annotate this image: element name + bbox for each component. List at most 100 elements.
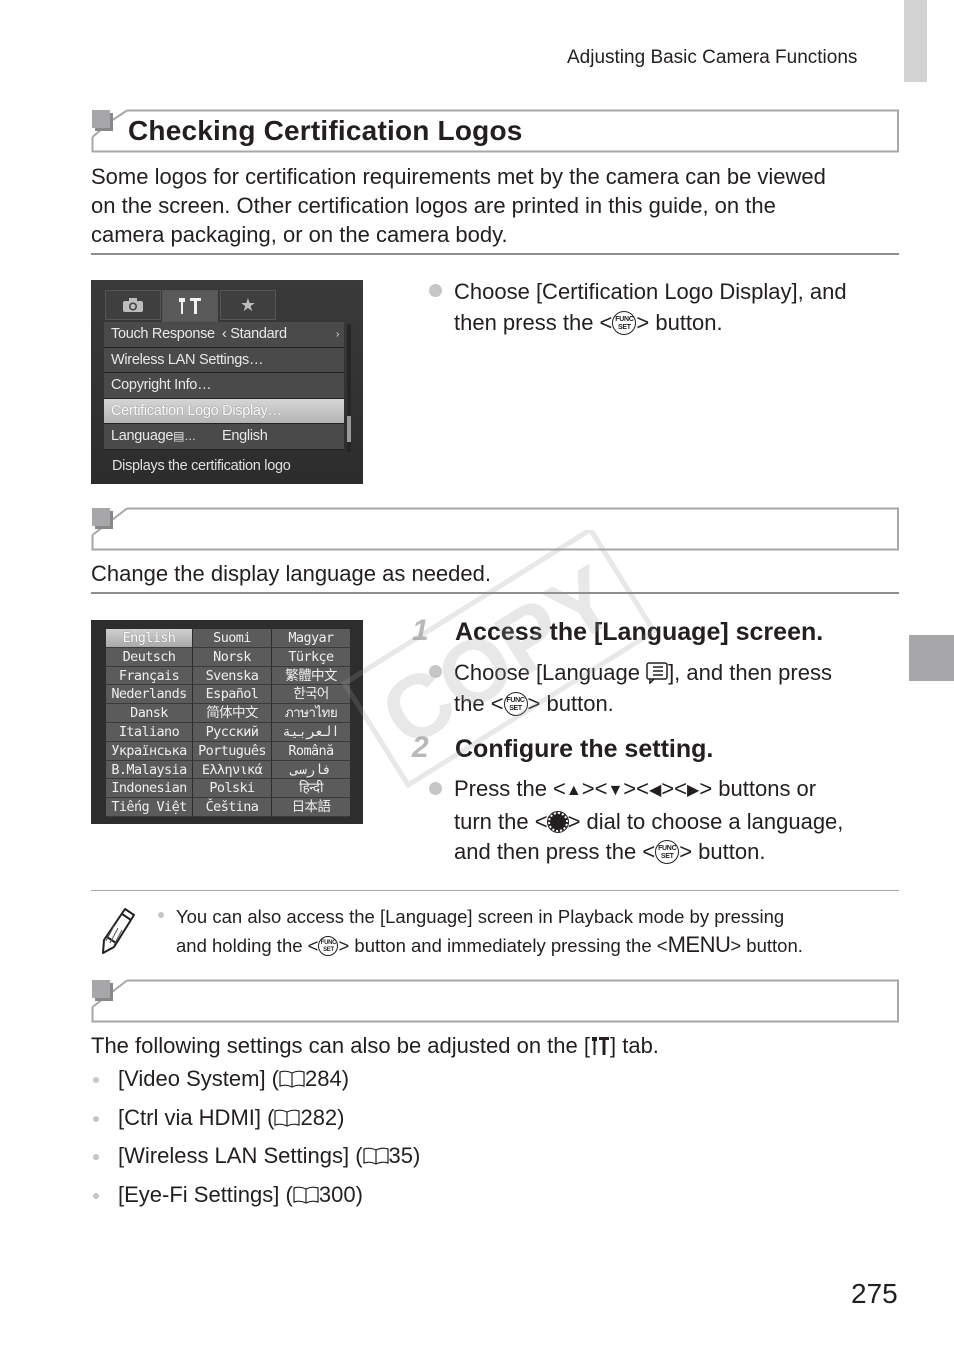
bullet-icon [429, 665, 442, 678]
language-option: ภาษาไทย [272, 704, 350, 723]
section-title: Checking Certification Logos [128, 115, 523, 146]
language-icon: ▤… [173, 429, 196, 443]
instruction-line: Press the <▲><▼><◀><▶> buttons or [454, 776, 817, 801]
func-set-icon: FUNC SET [655, 840, 680, 864]
language-option: English [106, 629, 192, 648]
page-reference-icon [293, 1186, 319, 1204]
language-option: Čeština [193, 798, 271, 817]
down-arrow-icon: ▼ [607, 782, 624, 799]
page-reference-icon [362, 1147, 389, 1165]
instruction-line: the < FUNC SET > button. [454, 691, 614, 716]
func-set-icon: FUNC SET [318, 936, 339, 956]
language-option: Magyar [272, 629, 350, 648]
menu-row-copyright: Copyright Info… [104, 373, 344, 399]
bullet-icon [158, 912, 164, 918]
language-option: Suomi [193, 629, 271, 648]
bullet-icon [93, 1077, 99, 1083]
menu-row-certification-logo: Certification Logo Display… [104, 398, 344, 424]
section3-intro: The following settings can also be adjus… [91, 1033, 659, 1058]
related-setting-item: [Eye-Fi Settings] (300) [91, 1182, 363, 1208]
bullet-icon [429, 284, 442, 297]
language-icon [646, 662, 668, 684]
bullet-icon [429, 782, 442, 795]
star-tab-icon: ★ [220, 290, 276, 320]
up-arrow-icon: ▲ [565, 782, 582, 799]
language-screen: English Suomi Magyar Deutsch Norsk Türkçe Fran… [91, 620, 363, 824]
setup-tab-icon [162, 290, 218, 322]
language-option: Italiano [106, 722, 192, 742]
camera-settings-screen: ★ Touch Response ‹ Standard › Wireless L… [91, 280, 363, 484]
section-heading-frame [91, 979, 899, 1023]
menu-row-wireless-lan: Wireless LAN Settings… [104, 347, 344, 373]
section-heading-other-settings [91, 979, 899, 1023]
language-grid: English Suomi Magyar Deutsch Norsk Türkçe Fran… [106, 629, 350, 817]
divider [91, 253, 899, 255]
pencil-note-icon [102, 908, 135, 954]
instruction-certification: Choose [Certification Logo Display], and… [429, 276, 847, 338]
instruction-line: Choose [Certification Logo Display], and [454, 279, 847, 304]
page-number: 275 [851, 1278, 898, 1309]
intro-line: camera packaging, or on the camera body. [91, 222, 508, 247]
setup-tab-icon [592, 1037, 609, 1055]
right-arrow-icon: ▶ [687, 782, 700, 799]
language-option: Русский [193, 722, 271, 742]
step-heading: Configure the setting. [455, 735, 714, 763]
related-setting-item: [Wireless LAN Settings] (35) [91, 1143, 420, 1169]
menu-row-language: Language▤… English [104, 424, 344, 450]
page-reference-icon [279, 1070, 305, 1088]
running-head: Adjusting Basic Camera Functions [567, 47, 858, 68]
note-line: and holding the < FUNC SET > button and imm… [176, 932, 803, 957]
intro-line: on the screen. Other certification logos… [91, 193, 776, 218]
instruction-line: Choose [Language ], and then press [454, 660, 832, 685]
language-option: Dansk [106, 704, 192, 723]
menu-tabs: ★ [105, 290, 277, 322]
menu-help-text: Displays the certification logo [112, 458, 291, 474]
page-reference: 282 [300, 1104, 338, 1130]
bullet-icon [93, 1192, 99, 1199]
language-option: 繁體中文 [272, 666, 350, 686]
menu-scrollbar-thumb [347, 416, 351, 442]
note-line: You can also access the [Language] scree… [176, 906, 785, 927]
func-set-icon: FUNC SET [612, 311, 637, 335]
language-option: Español [193, 685, 271, 705]
instruction-line: then press the < FUNC SET > button. [454, 310, 723, 335]
instruction-line: turn the < > dial to choose a language, [454, 808, 844, 834]
instruction-line: and then press the < FUNC SET > button. [454, 839, 766, 864]
camera-tab-icon [105, 290, 161, 320]
language-option: 简体中文 [193, 704, 271, 723]
section1-intro: Some logos for certification requirement… [91, 162, 826, 249]
language-option: Română [272, 741, 350, 761]
page-reference: 284 [305, 1066, 342, 1091]
section-heading-certification: Checking Certification Logos [91, 109, 899, 153]
related-setting-item: [Video System] (284) [91, 1066, 349, 1092]
step-number: 1 [412, 614, 429, 647]
page-reference: 300 [318, 1181, 356, 1207]
func-set-icon: FUNC SET [503, 692, 528, 716]
language-option: Türkçe [272, 647, 350, 667]
control-dial-icon [546, 810, 569, 833]
language-option: Français [106, 666, 192, 686]
step-instruction: Press the <▲><▼><◀><▶> buttons or turn t… [429, 774, 843, 868]
language-option: Nederlands [106, 685, 192, 705]
language-option: Deutsch [106, 647, 192, 667]
menu-button-label: MENU [667, 932, 731, 957]
related-setting-item: [Ctrl via HDMI] (282) [91, 1105, 345, 1131]
step-heading: Access the [Language] screen. [455, 618, 824, 646]
language-option: Ελληνικά [193, 760, 271, 780]
language-option: 한국어 [272, 685, 350, 705]
thumb-tab-top [904, 0, 927, 82]
language-option: Polski [193, 779, 271, 799]
section2-intro: Change the display language as needed. [91, 561, 491, 586]
intro-line: Some logos for certification requirement… [91, 164, 826, 189]
language-option: Indonesian [106, 779, 192, 799]
menu-row-touch-response: Touch Response ‹ Standard › [104, 322, 344, 348]
language-option: B.Malaysia [106, 760, 192, 780]
section-heading-frame [91, 507, 899, 551]
step-number: 2 [412, 731, 429, 764]
left-arrow-icon: ◀ [648, 782, 662, 799]
menu-list: Touch Response ‹ Standard › Wireless LAN… [104, 322, 344, 450]
section-heading-language [91, 507, 899, 551]
language-option: Português [193, 741, 271, 761]
language-option: 日本語 [272, 798, 350, 817]
language-option: Svenska [193, 666, 271, 686]
